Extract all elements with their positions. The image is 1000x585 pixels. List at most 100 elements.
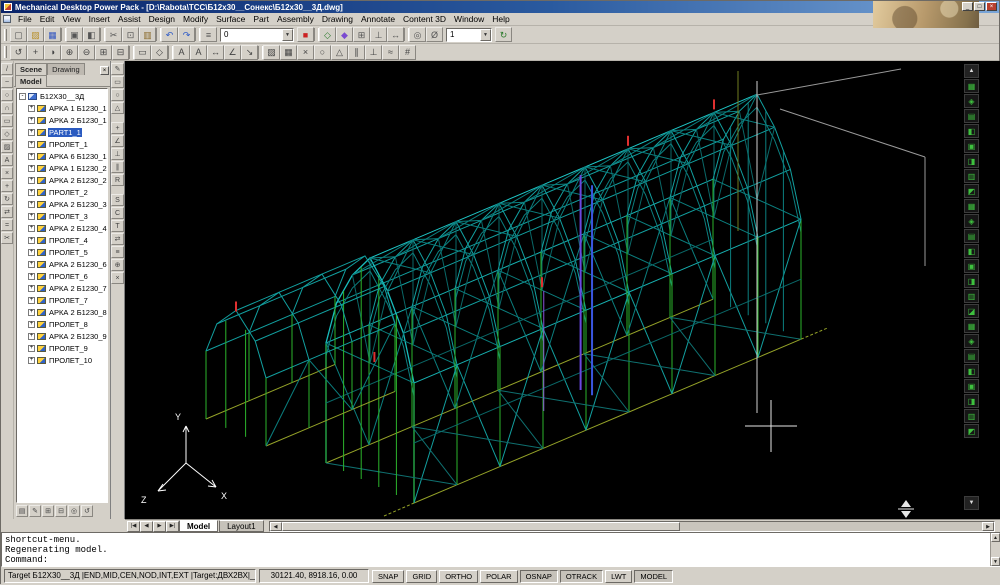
insert-tool[interactable]: ⊕ [111, 259, 124, 271]
expand-toggle-icon[interactable]: + [28, 153, 35, 160]
status-toggle-button[interactable]: OSNAP [520, 570, 558, 583]
polygon-button[interactable]: △ [331, 45, 348, 60]
view-tool[interactable]: ▦ [964, 319, 979, 333]
expand-toggle-icon[interactable]: + [28, 249, 35, 256]
grid-button[interactable]: # [399, 45, 416, 60]
open-button[interactable]: ▨ [27, 27, 44, 42]
radius-tool[interactable]: R [111, 174, 124, 186]
move-tool[interactable]: + [1, 180, 13, 192]
expand-toggle-icon[interactable]: + [28, 285, 35, 292]
chevron-down-icon[interactable]: ▼ [480, 29, 491, 41]
horizontal-scrollbar[interactable]: ◀ ▶ [269, 521, 995, 532]
toolbar-grip[interactable] [4, 46, 7, 58]
status-toggle-button[interactable]: OTRACK [560, 570, 603, 583]
mtext-button[interactable]: A [190, 45, 207, 60]
menu-item[interactable]: Content 3D [399, 13, 450, 26]
orbit-button[interactable]: ◑ [44, 45, 61, 60]
view-tool[interactable]: ◨ [964, 274, 979, 288]
view-tool[interactable]: ◈ [964, 334, 979, 348]
dim-linear-button[interactable]: ↔ [207, 45, 224, 60]
tree-item[interactable]: + ПРОЛЕТ_9 [17, 342, 107, 354]
tree-item[interactable]: + PART1_1 [17, 126, 107, 138]
view-tool[interactable]: ▥ [964, 169, 979, 183]
expand-toggle-icon[interactable]: + [28, 309, 35, 316]
tree-item[interactable]: + АРКА 1 Б1230_2 [17, 162, 107, 174]
status-toggle-button[interactable]: GRID [406, 570, 437, 583]
scroll-up-icon[interactable]: ▲ [991, 533, 1000, 542]
browser-options-button[interactable]: ◎ [68, 505, 80, 517]
browser-edit-button[interactable]: ✎ [29, 505, 41, 517]
menu-item[interactable]: Insert [85, 13, 114, 26]
bom-button[interactable]: ◇ [319, 27, 336, 42]
view-tool[interactable]: ▦ [964, 79, 979, 93]
text-tool[interactable]: A [1, 154, 13, 166]
table-button[interactable]: ▦ [280, 45, 297, 60]
layer-color-button[interactable]: ■ [297, 27, 314, 42]
leader-button[interactable]: ↘ [241, 45, 258, 60]
chevron-down-icon[interactable]: ▼ [282, 29, 293, 41]
browser-view-button[interactable]: ▤ [16, 505, 28, 517]
zoom-in-button[interactable]: ⊕ [61, 45, 78, 60]
expand-toggle-icon[interactable]: + [28, 357, 35, 364]
tab-nav-button[interactable]: ▶ [153, 521, 166, 532]
preview-button[interactable]: ◧ [83, 27, 100, 42]
copy-button[interactable]: ⊡ [122, 27, 139, 42]
tree-item[interactable]: + АРКА 2 Б1230_2 [17, 174, 107, 186]
tree-item[interactable]: + ПРОЛЕТ_4 [17, 234, 107, 246]
restore-button[interactable]: □ [974, 2, 985, 11]
expand-toggle-icon[interactable]: + [28, 117, 35, 124]
coordinate-readout[interactable]: 30121.40, 8918.16, 0.00 [259, 569, 369, 583]
expand-toggle-icon[interactable]: + [28, 273, 35, 280]
view-tool[interactable]: ◪ [964, 304, 979, 318]
expand-toggle-icon[interactable]: - [19, 93, 26, 100]
tree-item[interactable]: + ПРОЛЕТ_6 [17, 270, 107, 282]
layer-combo[interactable]: 0 ▼ [220, 28, 294, 42]
expand-toggle-icon[interactable]: + [28, 261, 35, 268]
erase-tool[interactable]: × [1, 167, 13, 179]
mirror-tool[interactable]: ⇄ [1, 206, 13, 218]
view-tool[interactable]: ▤ [964, 349, 979, 363]
expand-toggle-icon[interactable]: + [28, 333, 35, 340]
polygon-sketch-tool[interactable]: △ [111, 102, 124, 114]
erase-button[interactable]: × [297, 45, 314, 60]
circle-sketch-tool[interactable]: ○ [111, 89, 124, 101]
tree-item[interactable]: + ПРОЛЕТ_7 [17, 294, 107, 306]
menu-item[interactable]: Modify [179, 13, 212, 26]
tree-item[interactable]: + ПРОЛЕТ_3 [17, 210, 107, 222]
expand-toggle-icon[interactable]: + [28, 141, 35, 148]
status-toggle-button[interactable]: ORTHO [439, 570, 478, 583]
tree-item[interactable]: + АРКА 2 Б1230_3 [17, 198, 107, 210]
trim-tool[interactable]: ✂ [1, 232, 13, 244]
scroll-right-icon[interactable]: ▶ [982, 522, 994, 531]
dim-angular-button[interactable]: ∠ [224, 45, 241, 60]
expand-toggle-icon[interactable]: + [28, 165, 35, 172]
toolbar-grip[interactable] [4, 29, 7, 41]
update-part-button[interactable]: ↻ [495, 27, 512, 42]
drawing-viewport[interactable]: Y X Z ▲ ▦◈▤◧▣◨▥◩▦◈▤◧▣◨▥◪▦◈▤◧▣◨▥◩ ▼ [125, 61, 1000, 519]
paste-button[interactable]: ▥ [139, 27, 156, 42]
line-tool[interactable]: / [1, 63, 13, 75]
hatch-tool[interactable]: ▨ [1, 141, 13, 153]
menu-item[interactable]: Part [249, 13, 273, 26]
status-toggle-button[interactable]: MODEL [634, 570, 673, 583]
status-toggle-button[interactable]: POLAR [480, 570, 517, 583]
browser-tab[interactable]: Scene [15, 63, 47, 75]
equal-tool[interactable]: ≡ [111, 246, 124, 258]
concentric-tool[interactable]: C [111, 207, 124, 219]
perpendicular-tool[interactable]: ⊥ [111, 148, 124, 160]
tree-item[interactable]: + АРКА 1 Б1230_1 [17, 102, 107, 114]
rectangle-tool[interactable]: ▭ [1, 115, 13, 127]
layout-tab[interactable]: Layout1 [219, 520, 263, 532]
command-window[interactable]: shortcut-menu.Regenerating model.Command… [1, 532, 1000, 567]
tree-item[interactable]: - Б12X30__3Д [17, 90, 107, 102]
title-bar[interactable]: Mechanical Desktop Power Pack - [D:\Rabo… [1, 1, 999, 13]
view-tool[interactable]: ◨ [964, 154, 979, 168]
close-button[interactable]: × [986, 2, 997, 11]
zoom-previous-button[interactable]: ⊟ [112, 45, 129, 60]
offset-tool[interactable]: = [1, 219, 13, 231]
delete-constraint-tool[interactable]: × [111, 272, 124, 284]
view-tool[interactable]: ◧ [964, 244, 979, 258]
scale-combo[interactable]: 1 ▼ [446, 28, 492, 42]
menu-item[interactable]: Window [450, 13, 488, 26]
expand-toggle-icon[interactable]: + [28, 189, 35, 196]
